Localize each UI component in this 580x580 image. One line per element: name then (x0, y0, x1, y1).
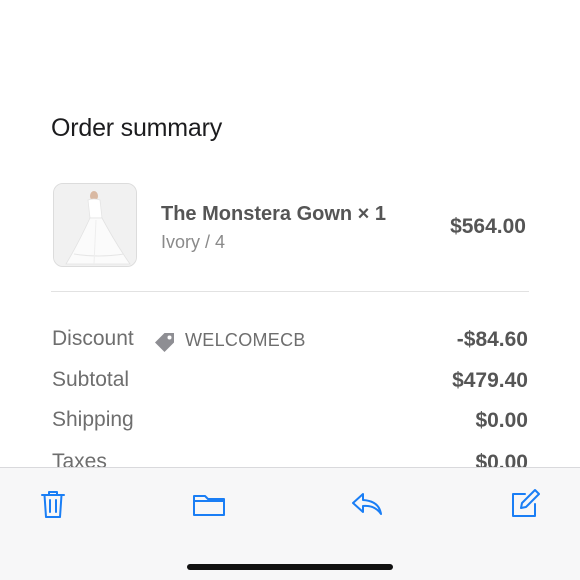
discount-label: Discount (52, 327, 134, 350)
order-line-item: The Monstera Gown × 1 Ivory / 4 $564.00 (53, 183, 529, 269)
shipping-label: Shipping (52, 408, 134, 431)
product-name: The Monstera Gown × 1 (161, 203, 387, 225)
home-indicator[interactable] (187, 564, 393, 570)
mail-toolbar (0, 467, 580, 580)
discount-value: -$84.60 (456, 328, 528, 351)
shipping-value: $0.00 (475, 409, 528, 432)
subtotal-row: Subtotal $479.40 (52, 368, 528, 398)
taxes-row: Taxes $0.00 (52, 450, 528, 467)
taxes-value: $0.00 (475, 451, 528, 467)
reply-icon[interactable] (349, 486, 385, 522)
discount-code: WELCOMECB (185, 330, 306, 350)
compose-icon[interactable] (507, 486, 543, 522)
product-price: $564.00 (450, 215, 526, 238)
trash-icon[interactable] (35, 486, 71, 522)
taxes-label: Taxes (52, 450, 107, 467)
order-summary-title: Order summary (51, 114, 223, 142)
shipping-row: Shipping $0.00 (52, 408, 528, 438)
mail-message-view: Order summary The Monstera Gown × 1 Ivor… (0, 0, 580, 580)
subtotal-value: $479.40 (452, 369, 528, 392)
price-tag-icon (152, 330, 178, 356)
subtotal-label: Subtotal (52, 368, 130, 391)
summary-divider (51, 291, 529, 292)
email-body[interactable]: Order summary The Monstera Gown × 1 Ivor… (0, 0, 580, 467)
folder-icon[interactable] (191, 486, 227, 522)
product-thumbnail (53, 183, 137, 267)
discount-row: Discount WELCOMECB -$84.60 (52, 327, 528, 357)
gown-image (54, 184, 136, 266)
product-variant: Ivory / 4 (161, 232, 226, 252)
